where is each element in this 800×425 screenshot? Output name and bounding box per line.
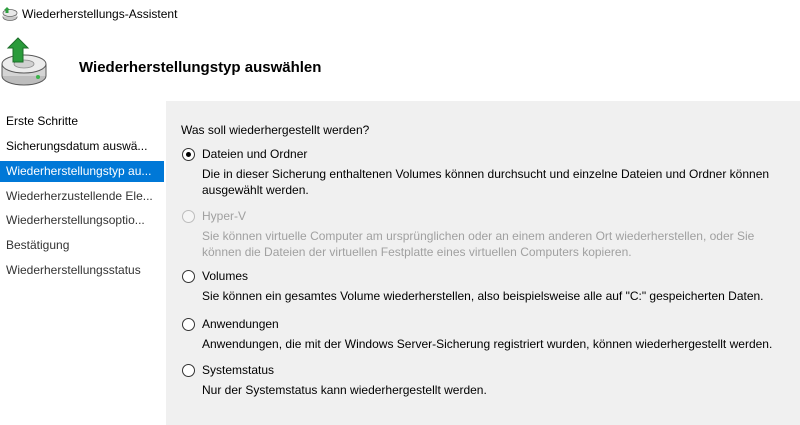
option-label[interactable]: Dateien und Ordner: [202, 147, 307, 161]
option-description: Sie können virtuelle Computer am ursprün…: [202, 229, 755, 259]
question-label: Was soll wiederhergestellt werden?: [181, 123, 370, 137]
option-label[interactable]: Systemstatus: [202, 363, 274, 377]
backup-restore-icon: [2, 7, 18, 21]
step-erste-schritte[interactable]: Erste Schritte: [0, 111, 166, 132]
title-bar: Wiederherstellungs-Assistent: [0, 0, 800, 28]
radio-anwendungen[interactable]: [182, 318, 195, 331]
wizard-header: Wiederherstellungstyp auswählen: [0, 28, 800, 101]
option-description: Anwendungen, die mit der Windows Server-…: [202, 337, 773, 351]
step-wiederherstellungsoptionen: Wiederherstellungsoptio...: [6, 213, 145, 227]
wizard-steps-sidebar: Erste Schritte Sicherungsdatum auswä... …: [0, 101, 166, 425]
main-content: Was soll wiederhergestellt werden? Datei…: [166, 101, 800, 425]
step-sicherungsdatum[interactable]: Sicherungsdatum auswä...: [0, 136, 166, 157]
window-title: Wiederherstellungs-Assistent: [22, 7, 178, 21]
option-description: Die in dieser Sicherung enthaltenen Volu…: [202, 167, 770, 197]
option-label[interactable]: Volumes: [202, 269, 248, 283]
step-wiederherzustellende-elemente: Wiederherzustellende Ele...: [6, 189, 153, 203]
radio-systemstatus[interactable]: [182, 364, 195, 377]
radio-volumes[interactable]: [182, 270, 195, 283]
backup-drive-restore-icon: [1, 37, 47, 86]
option-label[interactable]: Anwendungen: [202, 317, 279, 331]
step-bestaetigung: Bestätigung: [6, 238, 70, 252]
option-label: Hyper-V: [202, 209, 247, 223]
option-description: Sie können ein gesamtes Volume wiederher…: [202, 289, 764, 303]
page-title: Wiederherstellungstyp auswählen: [79, 59, 322, 76]
option-description: Nur der Systemstatus kann wiederhergeste…: [202, 383, 487, 397]
radio-hyper-v: [182, 210, 195, 223]
step-wiederherstellungstyp[interactable]: Wiederherstellungstyp au...: [0, 161, 164, 182]
step-wiederherstellungsstatus: Wiederherstellungsstatus: [6, 263, 141, 277]
radio-dateien-und-ordner[interactable]: [182, 148, 195, 161]
